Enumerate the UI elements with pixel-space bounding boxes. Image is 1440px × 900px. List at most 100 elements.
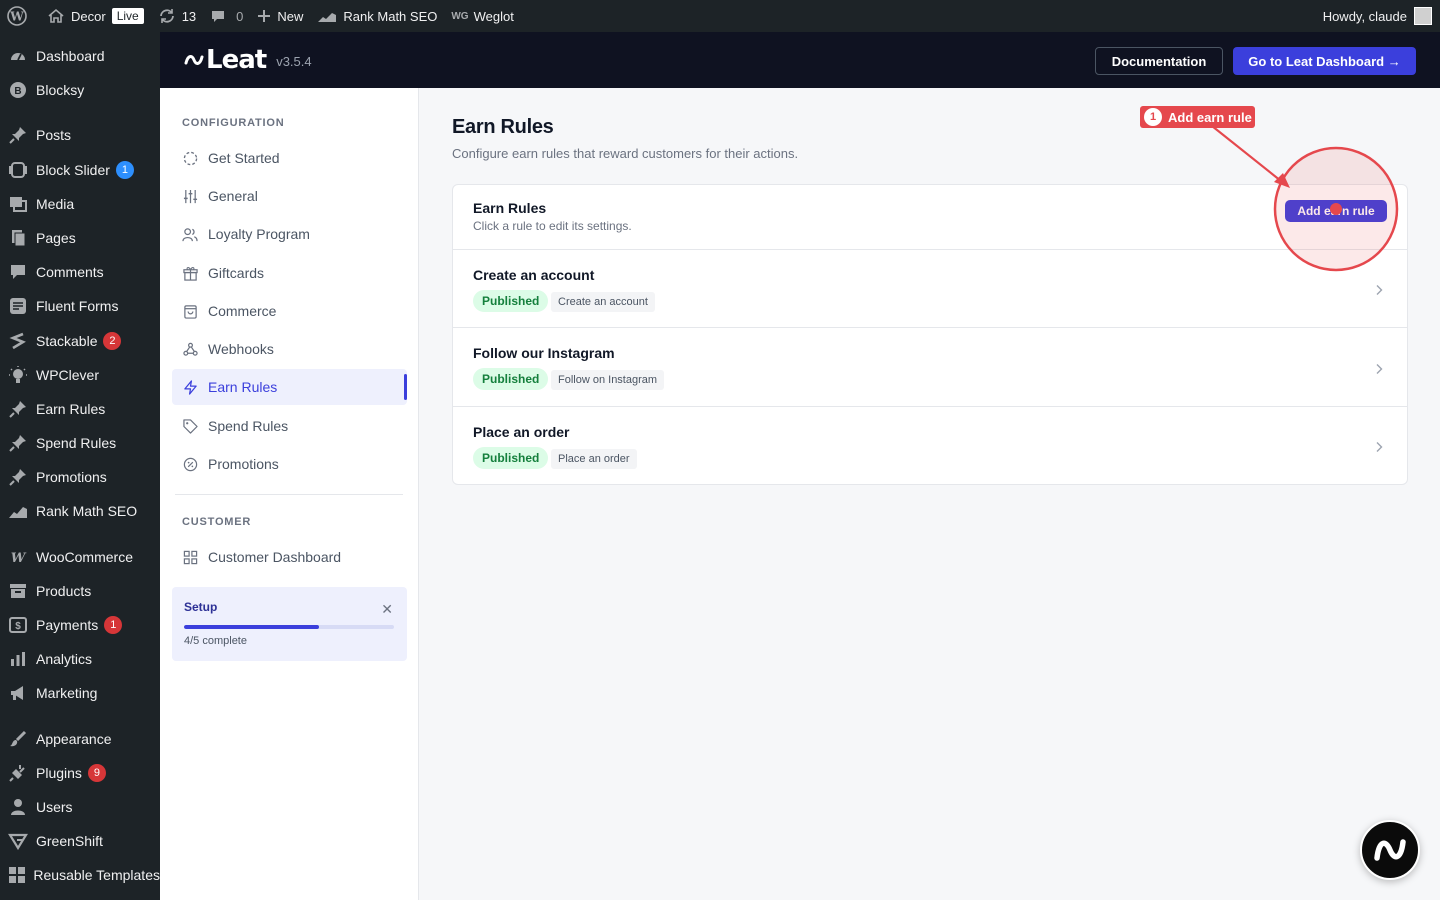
rankmath-icon: [0, 503, 36, 519]
wp-menu-item[interactable]: Rank Math SEO: [0, 494, 160, 528]
wp-menu-item[interactable]: Dashboard: [0, 39, 160, 73]
wordpress-logo-icon[interactable]: W: [0, 0, 40, 32]
new-label: New: [277, 8, 304, 24]
weglot-link[interactable]: WG Weglot: [444, 0, 520, 32]
nav-item-commerce[interactable]: Commerce: [172, 293, 407, 329]
leat-logo-mark-icon: [184, 55, 204, 65]
howdy-greeting: Howdy, claude: [1322, 8, 1407, 24]
my-account[interactable]: Howdy, claude: [1323, 7, 1440, 25]
rankmath-icon: [318, 13, 337, 22]
go-to-leat-dashboard-button[interactable]: Go to Leat Dashboard →: [1233, 47, 1416, 75]
wp-menu-item-label: Spend Rules: [36, 435, 117, 451]
site-name: Decor: [71, 8, 106, 24]
close-icon[interactable]: ✕: [381, 601, 393, 618]
nav-item-webhooks[interactable]: Webhooks: [172, 331, 407, 367]
admin-bar: W Decor Live 13 0 New Rank Math SEO WG W…: [0, 0, 1440, 32]
webhook-icon: [182, 341, 198, 357]
pin-icon: [0, 468, 36, 486]
wp-menu-item[interactable]: Fluent Forms: [0, 289, 160, 323]
rule-row[interactable]: Create an account Published Create an acco…: [453, 250, 1407, 328]
wp-menu-item[interactable]: Comments: [0, 255, 160, 289]
home-icon: [48, 8, 64, 23]
wp-menu-item-label: Products: [36, 583, 92, 599]
wp-menu-item[interactable]: Products: [0, 574, 160, 608]
setup-progress-card[interactable]: Setup ✕ 4/5 complete: [172, 587, 407, 661]
rule-name: Place an order: [473, 424, 570, 440]
wp-menu-item[interactable]: Block Slider 1: [0, 153, 160, 187]
nav-item-loyalty-program[interactable]: Loyalty Program: [172, 216, 407, 252]
wp-menu-item[interactable]: Appearance: [0, 722, 160, 756]
user-icon: [0, 798, 36, 816]
wp-menu-item[interactable]: Pages: [0, 221, 160, 255]
dashboard-icon: [0, 47, 36, 65]
wp-menu-item[interactable]: Posts: [0, 118, 160, 152]
wp-menu-item[interactable]: B Blocksy: [0, 73, 160, 107]
wp-menu-item[interactable]: Marketing: [0, 676, 160, 710]
wp-menu-item[interactable]: WPClever: [0, 358, 160, 392]
wp-menu-item[interactable]: W WooCommerce: [0, 540, 160, 574]
comment-icon: [0, 263, 36, 281]
nav-item-get-started[interactable]: Get Started: [172, 140, 407, 176]
status-badge: Published: [473, 368, 549, 390]
wp-menu-item-label: Fluent Forms: [36, 298, 119, 314]
updates-link[interactable]: 13: [151, 0, 203, 32]
nav-item-general[interactable]: General: [172, 178, 407, 214]
wp-menu-item[interactable]: GreenShift: [0, 824, 160, 858]
chevron-right-icon: [1373, 283, 1385, 295]
nav-item-spend-rules[interactable]: Spend Rules: [172, 408, 407, 444]
annotation-text: Add earn rule: [1168, 109, 1252, 125]
svg-text:$: $: [15, 621, 21, 632]
comments-link[interactable]: 0: [203, 0, 250, 32]
wp-menu-item[interactable]: Users: [0, 790, 160, 824]
stackable-icon: [0, 332, 36, 350]
nav-item-giftcards[interactable]: Giftcards: [172, 255, 407, 291]
nav-item-label: General: [208, 188, 258, 204]
lightbulb-icon: [0, 365, 36, 385]
svg-text:W: W: [9, 10, 24, 24]
pin-icon: [0, 126, 36, 144]
card-title: Earn Rules: [473, 200, 547, 216]
svg-text:W: W: [11, 551, 27, 564]
wp-menu-item[interactable]: Stackable 2: [0, 324, 160, 358]
payments-icon: $: [0, 616, 36, 634]
nav-item-label: Get Started: [208, 150, 280, 166]
earn-rules-card: Earn Rules Click a rule to edit its sett…: [452, 184, 1408, 485]
wp-menu-item[interactable]: Promotions: [0, 460, 160, 494]
leat-widget-launcher[interactable]: [1360, 820, 1420, 880]
nav-item-earn-rules[interactable]: Earn Rules: [172, 369, 407, 405]
circle-dashed-icon: [182, 150, 198, 166]
wp-menu-item-label: Comments: [36, 264, 104, 280]
wp-menu-item[interactable]: Spend Rules: [0, 426, 160, 460]
nav-item-label: Loyalty Program: [208, 226, 310, 242]
live-badge: Live: [111, 8, 144, 24]
plus-icon: [258, 10, 271, 22]
new-content-link[interactable]: New: [250, 0, 310, 32]
setup-title: Setup: [184, 600, 218, 614]
wp-menu-item[interactable]: Reusable Templates: [0, 858, 160, 892]
rankmath-link[interactable]: Rank Math SEO: [310, 0, 444, 32]
wp-menu-item[interactable]: Earn Rules: [0, 392, 160, 426]
wp-admin-menu: Dashboard B Blocksy Posts Block Slider 1 Media…: [0, 32, 160, 900]
nav-item-customer-dashboard[interactable]: Customer Dashboard: [172, 539, 407, 575]
add-earn-rule-button[interactable]: Add earn rule: [1285, 200, 1387, 222]
rule-row[interactable]: Place an order Published Place an order: [453, 407, 1407, 485]
avatar: [1414, 7, 1432, 25]
slider-icon: [0, 161, 36, 179]
rule-name: Create an account: [473, 267, 595, 283]
rule-type-tag: Create an account: [551, 292, 655, 312]
site-name-link[interactable]: Decor Live: [40, 0, 151, 32]
woo-icon: W: [0, 550, 36, 564]
wp-menu-item-label: Rank Math SEO: [36, 503, 138, 519]
rule-row[interactable]: Follow our Instagram Published Follow on I…: [453, 328, 1407, 407]
wp-menu-item-label: GreenShift: [36, 833, 103, 849]
wp-menu-item-label: Appearance: [36, 731, 112, 747]
wp-menu-item[interactable]: Media: [0, 187, 160, 221]
wp-menu-item[interactable]: Analytics: [0, 642, 160, 676]
layout-grid-icon: [182, 549, 198, 565]
wp-menu-item-label: Plugins: [36, 765, 82, 781]
wp-menu-item[interactable]: Plugins 9: [0, 756, 160, 790]
weglot-icon: WG: [451, 10, 469, 22]
nav-item-promotions[interactable]: Promotions: [172, 446, 407, 482]
wp-menu-item[interactable]: $ Payments 1: [0, 608, 160, 642]
documentation-button[interactable]: Documentation: [1095, 47, 1223, 75]
